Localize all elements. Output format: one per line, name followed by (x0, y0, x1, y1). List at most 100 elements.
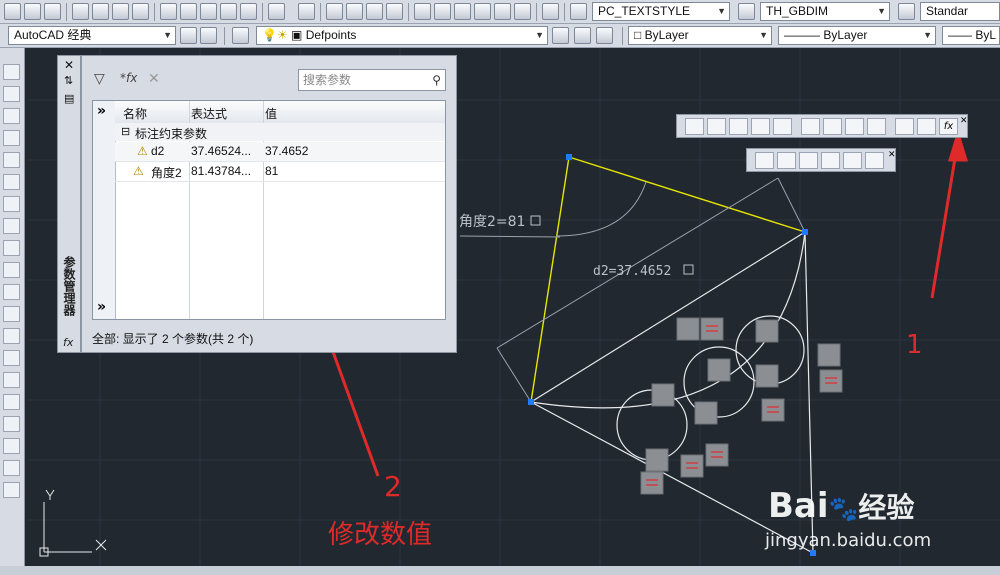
close-icon[interactable]: ✕ (960, 116, 968, 126)
add-selected-icon[interactable] (3, 482, 20, 498)
print-preview-icon[interactable] (92, 3, 109, 20)
gradient-icon[interactable] (3, 394, 20, 410)
region-icon[interactable] (3, 416, 20, 432)
group-row[interactable]: ⊟ 标注约束参数 (115, 123, 445, 141)
workspace-select[interactable]: AutoCAD 经典 ▼ (8, 26, 176, 45)
revision-cloud-icon[interactable] (3, 218, 20, 234)
layer-properties-icon[interactable] (232, 27, 249, 44)
concentric-icon[interactable] (751, 118, 770, 135)
text-style-select[interactable]: PC_TEXTSTYLE ▼ (592, 2, 730, 21)
make-current-layer-icon[interactable] (552, 27, 569, 44)
table-style-icon[interactable] (898, 3, 915, 20)
properties-menu-icon[interactable]: ▤ (64, 92, 74, 105)
design-center-icon[interactable] (434, 3, 451, 20)
expand-bottom-icon[interactable]: » (97, 299, 106, 315)
match-properties-icon[interactable] (220, 3, 237, 20)
coincident-icon[interactable] (707, 118, 726, 135)
pan-icon[interactable] (326, 3, 343, 20)
vertical-icon[interactable] (799, 152, 818, 169)
layer-previous-icon[interactable] (574, 27, 591, 44)
search-icon[interactable]: ⚲ (432, 70, 441, 90)
param-manager-fx-icon[interactable]: fx (939, 118, 958, 135)
row-value[interactable]: 37.4652 (265, 144, 308, 158)
undo-icon[interactable] (268, 3, 285, 20)
col-value-header[interactable]: 值 (265, 105, 277, 122)
point-icon[interactable] (3, 350, 20, 366)
workspace-settings-icon[interactable] (180, 27, 197, 44)
linear-icon[interactable] (755, 152, 774, 169)
filter-icon[interactable]: ▽ (94, 71, 105, 87)
dim-style-select[interactable]: TH_GBDIM ▼ (760, 2, 890, 21)
row-value[interactable]: 81 (265, 164, 278, 178)
save-icon[interactable] (44, 3, 61, 20)
autohide-icon[interactable]: ⇅ (64, 74, 73, 87)
text-style-icon[interactable] (570, 3, 587, 20)
print-icon[interactable] (72, 3, 89, 20)
hatch-icon[interactable] (3, 372, 20, 388)
col-expression-header[interactable]: 表达式 (191, 105, 227, 122)
table-icon[interactable] (3, 438, 20, 454)
block-editor-icon[interactable] (240, 3, 257, 20)
row-name[interactable]: 角度2 (151, 164, 182, 181)
rectangle-icon[interactable] (3, 152, 20, 168)
zoom-previous-icon[interactable] (386, 3, 403, 20)
open-file-icon[interactable] (24, 3, 41, 20)
close-icon[interactable]: ✕ (888, 150, 896, 160)
linear-dim-constraint-icon[interactable] (801, 118, 820, 135)
new-file-icon[interactable] (4, 3, 21, 20)
new-user-param-icon[interactable]: *fx (120, 71, 137, 85)
redo-icon[interactable] (298, 3, 315, 20)
multiline-text-icon[interactable] (3, 460, 20, 476)
collapse-icon[interactable]: ⊟ (121, 125, 130, 138)
delete-param-icon[interactable]: ✕ (148, 71, 160, 87)
arc-icon[interactable] (3, 174, 20, 190)
table-row[interactable]: ⚠ d2 37.46524... 37.4652 (115, 142, 445, 162)
close-icon[interactable]: ✕ (64, 58, 74, 72)
layer-select[interactable]: 💡☀ ▣ Defpoints ▼ (256, 26, 548, 45)
lineweight-select[interactable]: —— ByL (942, 26, 1000, 45)
table-style-select[interactable]: Standar (920, 2, 1000, 21)
properties-icon[interactable] (414, 3, 431, 20)
publish-icon[interactable] (112, 3, 129, 20)
paste-icon[interactable] (200, 3, 217, 20)
quickcalc-icon[interactable] (514, 3, 531, 20)
row-expression[interactable]: 37.46524... (191, 144, 251, 158)
polygon-icon[interactable] (3, 130, 20, 146)
aligned-dim-icon[interactable] (867, 118, 886, 135)
fix-icon[interactable] (773, 118, 792, 135)
zoom-realtime-icon[interactable] (346, 3, 363, 20)
spline-icon[interactable] (3, 240, 20, 256)
markup-icon[interactable] (494, 3, 511, 20)
horizontal-dim-icon[interactable] (823, 118, 842, 135)
row-name[interactable]: d2 (151, 144, 164, 158)
insert-block-icon[interactable] (3, 306, 20, 322)
make-block-icon[interactable] (3, 328, 20, 344)
auto-constrain-icon[interactable] (685, 118, 704, 135)
linetype-select[interactable]: ——— ByLayer ▼ (778, 26, 936, 45)
delete-constraints-icon[interactable] (895, 118, 914, 135)
collinear-icon[interactable] (729, 118, 748, 135)
constraint-settings-icon[interactable] (917, 118, 936, 135)
col-name-header[interactable]: 名称 (123, 105, 147, 122)
radius-icon[interactable] (843, 152, 862, 169)
row-expression[interactable]: 81.43784... (191, 164, 251, 178)
zoom-window-icon[interactable] (366, 3, 383, 20)
expand-top-icon[interactable]: » (97, 103, 106, 119)
dim-style-icon[interactable] (738, 3, 755, 20)
search-input[interactable]: 搜索参数 ⚲ (298, 69, 446, 91)
copy-icon[interactable] (180, 3, 197, 20)
vertical-dim-icon[interactable] (845, 118, 864, 135)
ellipse-arc-icon[interactable] (3, 284, 20, 300)
3d-dwf-icon[interactable] (132, 3, 149, 20)
tool-palettes-icon[interactable] (454, 3, 471, 20)
circle-icon[interactable] (3, 196, 20, 212)
horizontal-icon[interactable] (777, 152, 796, 169)
line-icon[interactable] (3, 64, 20, 80)
ellipse-icon[interactable] (3, 262, 20, 278)
cut-icon[interactable] (160, 3, 177, 20)
workspace-toggle-icon[interactable] (200, 27, 217, 44)
polyline-icon[interactable] (3, 108, 20, 124)
construction-line-icon[interactable] (3, 86, 20, 102)
sheet-set-icon[interactable] (474, 3, 491, 20)
aligned-icon[interactable] (821, 152, 840, 169)
